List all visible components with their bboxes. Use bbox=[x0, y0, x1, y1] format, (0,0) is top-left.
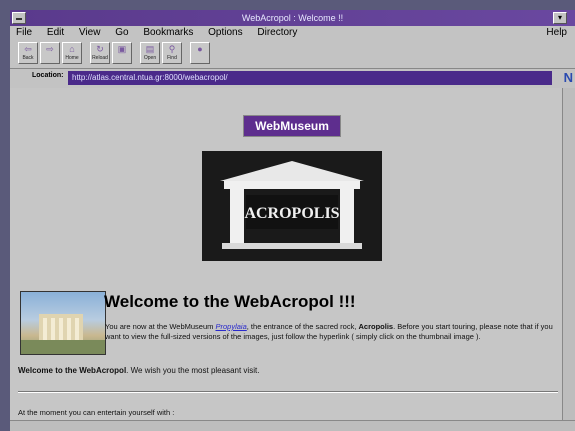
acropolis-sign-icon: ACROPOLIS bbox=[220, 161, 364, 249]
netscape-logo-icon: N bbox=[563, 70, 573, 85]
open-icon: ▤ bbox=[145, 44, 155, 54]
webmuseum-banner[interactable]: WebMuseum bbox=[243, 115, 341, 137]
horizontal-rule bbox=[18, 391, 558, 393]
vertical-scrollbar[interactable] bbox=[562, 88, 575, 420]
intro-bold-acropolis: Acropolis bbox=[358, 322, 394, 331]
entertain-paragraph: At the moment you can entertain yourself… bbox=[18, 408, 175, 417]
find-button[interactable]: ⚲ Find bbox=[162, 42, 182, 64]
menu-help[interactable]: Help bbox=[546, 26, 567, 40]
propylaia-link[interactable]: Propylaia bbox=[215, 322, 246, 331]
acropolis-logo-image[interactable]: ACROPOLIS bbox=[202, 151, 382, 261]
intro-text-1: You are now at the WebMuseum bbox=[105, 322, 216, 331]
intro-text-2: , the entrance of the sacred rock, bbox=[246, 322, 359, 331]
acropolis-sign-text: ACROPOLIS bbox=[244, 205, 339, 222]
reload-button[interactable]: ↻ Reload bbox=[90, 42, 110, 64]
horizontal-scrollbar[interactable] bbox=[10, 420, 575, 431]
images-icon: ▣ bbox=[117, 44, 127, 54]
menu-options[interactable]: Options bbox=[208, 27, 242, 38]
back-button[interactable]: ⇦ Back bbox=[18, 42, 38, 64]
stop-button[interactable]: ● bbox=[190, 42, 210, 64]
toolbar: ⇦ Back ⇨ ⌂ Home ↻ Reload ▣ ▤ Open ⚲ Find ● bbox=[10, 40, 575, 69]
title-bar: WebAcropol : Welcome !! ▾ bbox=[10, 10, 575, 26]
location-input[interactable]: http://atlas.central.ntua.gr:8000/webacr… bbox=[68, 71, 552, 85]
menu-edit[interactable]: Edit bbox=[47, 27, 64, 38]
forward-button[interactable]: ⇨ bbox=[40, 42, 60, 64]
stop-icon: ● bbox=[197, 44, 203, 54]
page-heading: Welcome to the WebAcropol !!! bbox=[104, 292, 356, 311]
location-label: Location: bbox=[32, 72, 64, 79]
intro-paragraph: You are now at the WebMuseum Propylaia, … bbox=[105, 322, 560, 342]
minimize-button[interactable]: ▾ bbox=[553, 12, 567, 24]
system-menu-button[interactable] bbox=[12, 12, 26, 24]
window-title: WebAcropol : Welcome !! bbox=[241, 13, 344, 23]
thumbnail-photo-icon bbox=[21, 314, 105, 354]
reload-icon: ↻ bbox=[96, 44, 104, 54]
menu-file[interactable]: File bbox=[16, 27, 32, 38]
back-arrow-icon: ⇦ bbox=[24, 44, 32, 54]
menu-bar: File Edit View Go Bookmarks Options Dire… bbox=[10, 26, 575, 40]
menu-directory[interactable]: Directory bbox=[257, 27, 297, 38]
images-button[interactable]: ▣ bbox=[112, 42, 132, 64]
location-bar: Location: http://atlas.central.ntua.gr:8… bbox=[10, 70, 575, 86]
home-button[interactable]: ⌂ Home bbox=[62, 42, 82, 64]
forward-arrow-icon: ⇨ bbox=[46, 44, 54, 54]
open-button[interactable]: ▤ Open bbox=[140, 42, 160, 64]
menu-bookmarks[interactable]: Bookmarks bbox=[143, 27, 193, 38]
acropolis-thumbnail-image[interactable] bbox=[20, 291, 106, 355]
browser-window: WebAcropol : Welcome !! ▾ File Edit View… bbox=[10, 10, 575, 431]
home-icon: ⌂ bbox=[69, 44, 75, 54]
menu-go[interactable]: Go bbox=[115, 27, 128, 38]
welcome-paragraph: Welcome to the WebAcropol. We wish you t… bbox=[18, 366, 558, 375]
menu-view[interactable]: View bbox=[79, 27, 101, 38]
find-icon: ⚲ bbox=[168, 44, 176, 54]
page-content: WebMuseum ACROPOLIS Welcome to the WebAc… bbox=[10, 88, 563, 420]
welcome-bold: Welcome to the WebAcropol bbox=[18, 366, 127, 375]
welcome-rest: . We wish you the most pleasant visit. bbox=[126, 366, 260, 375]
